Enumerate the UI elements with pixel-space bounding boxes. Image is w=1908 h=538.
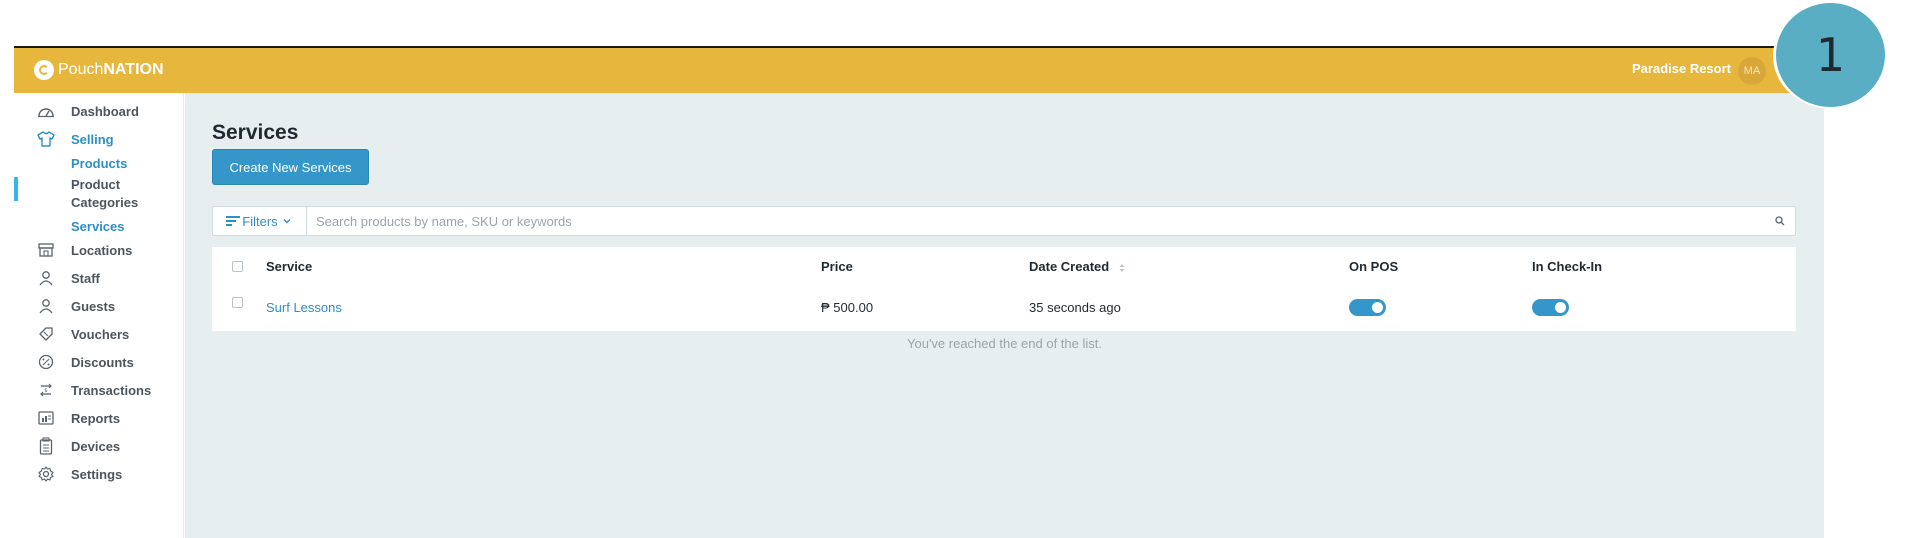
column-header-price[interactable]: Price bbox=[821, 259, 853, 274]
sidebar-item-devices[interactable]: Devices bbox=[14, 434, 184, 458]
in-check-in-toggle[interactable] bbox=[1532, 299, 1569, 316]
page-title: Services bbox=[212, 121, 299, 144]
active-indicator bbox=[14, 177, 18, 201]
sidebar-item-label: Guests bbox=[71, 298, 116, 314]
svg-text:$: $ bbox=[44, 388, 47, 394]
app-window: PouchNATION Paradise Resort MA Dashboard… bbox=[14, 46, 1824, 538]
sidebar-item-vouchers[interactable]: Vouchers bbox=[14, 322, 184, 346]
sidebar-item-label: Selling bbox=[71, 131, 114, 147]
sidebar-subitem-product-categories[interactable]: Product Categories bbox=[71, 176, 171, 212]
sidebar-item-label: Dashboard bbox=[71, 103, 139, 119]
filters-button[interactable]: Filters bbox=[213, 207, 307, 235]
column-header-on-pos[interactable]: On POS bbox=[1349, 259, 1398, 274]
select-all-checkbox[interactable] bbox=[232, 261, 243, 272]
sidebar-item-label: Transactions bbox=[71, 382, 152, 398]
search-bar: Filters bbox=[212, 206, 1796, 236]
sidebar-item-dashboard[interactable]: Dashboard bbox=[14, 99, 184, 123]
store-icon bbox=[37, 241, 55, 259]
sidebar-item-discounts[interactable]: Discounts bbox=[14, 350, 184, 374]
column-header-label: Date Created bbox=[1029, 259, 1110, 274]
shirt-icon bbox=[37, 130, 55, 148]
toggle-knob bbox=[1555, 302, 1566, 313]
device-icon bbox=[37, 437, 55, 455]
sidebar-subitem-products[interactable]: Products bbox=[71, 155, 171, 173]
sidebar-item-label: Settings bbox=[71, 466, 123, 482]
top-bar: PouchNATION Paradise Resort MA bbox=[14, 48, 1824, 93]
service-price: ₱ 500.00 bbox=[821, 300, 874, 315]
row-checkbox[interactable] bbox=[232, 297, 243, 308]
sidebar-item-selling[interactable]: Selling bbox=[14, 127, 184, 151]
sidebar-subitem-services[interactable]: Services bbox=[71, 218, 171, 236]
sidebar-item-transactions[interactable]: $ Transactions bbox=[14, 378, 184, 402]
sidebar-item-staff[interactable]: Staff bbox=[14, 266, 184, 290]
column-header-service[interactable]: Service bbox=[266, 259, 312, 274]
services-table: Service Price Date Created On POS In Che… bbox=[212, 247, 1796, 331]
filters-label: Filters bbox=[242, 213, 278, 229]
percent-icon bbox=[37, 353, 55, 371]
end-of-list-message: You've reached the end of the list. bbox=[907, 336, 1102, 351]
create-new-services-button[interactable]: Create New Services bbox=[212, 149, 369, 185]
logo-text: PouchNATION bbox=[58, 61, 164, 78]
reports-icon bbox=[37, 409, 55, 427]
step-number-badge: 1 bbox=[1773, 3, 1891, 109]
search-input[interactable] bbox=[313, 207, 1763, 235]
venue-name[interactable]: Paradise Resort bbox=[1632, 61, 1731, 76]
user-avatar[interactable]: MA bbox=[1738, 57, 1766, 85]
step-number: 1 bbox=[1776, 3, 1885, 107]
person-icon bbox=[37, 297, 55, 315]
filter-lines-icon bbox=[226, 214, 241, 228]
search-icon[interactable] bbox=[1775, 216, 1785, 226]
sidebar-item-label: Staff bbox=[71, 270, 100, 286]
toggle-knob bbox=[1372, 302, 1383, 313]
sort-icon[interactable] bbox=[1119, 263, 1125, 273]
sidebar-item-locations[interactable]: Locations bbox=[14, 238, 184, 262]
sidebar-item-settings[interactable]: Settings bbox=[14, 462, 184, 486]
logo-mark-icon bbox=[34, 60, 54, 80]
sidebar-item-guests[interactable]: Guests bbox=[14, 294, 184, 318]
person-icon bbox=[37, 269, 55, 287]
service-name-link[interactable]: Surf Lessons bbox=[266, 300, 342, 315]
dashboard-icon bbox=[37, 102, 55, 120]
column-header-in-check-in[interactable]: In Check-In bbox=[1532, 259, 1602, 274]
sidebar: Dashboard Selling Products Product Categ… bbox=[14, 93, 184, 538]
sidebar-item-label: Devices bbox=[71, 438, 121, 454]
sidebar-item-label: Reports bbox=[71, 410, 121, 426]
chevron-down-icon bbox=[283, 219, 291, 224]
service-date-created: 35 seconds ago bbox=[1029, 300, 1121, 315]
tag-icon bbox=[37, 325, 55, 343]
sidebar-item-label: Vouchers bbox=[71, 326, 130, 342]
sidebar-item-label: Discounts bbox=[71, 354, 134, 370]
pouchnation-logo[interactable]: PouchNATION bbox=[34, 60, 164, 80]
column-header-date-created[interactable]: Date Created bbox=[1029, 259, 1125, 274]
on-pos-toggle[interactable] bbox=[1349, 299, 1386, 316]
transactions-icon: $ bbox=[37, 381, 55, 399]
gear-icon bbox=[37, 465, 55, 483]
sidebar-item-reports[interactable]: Reports bbox=[14, 406, 184, 430]
sidebar-item-label: Locations bbox=[71, 242, 133, 258]
main-content: Services Create New Services Filters Ser… bbox=[185, 93, 1824, 538]
